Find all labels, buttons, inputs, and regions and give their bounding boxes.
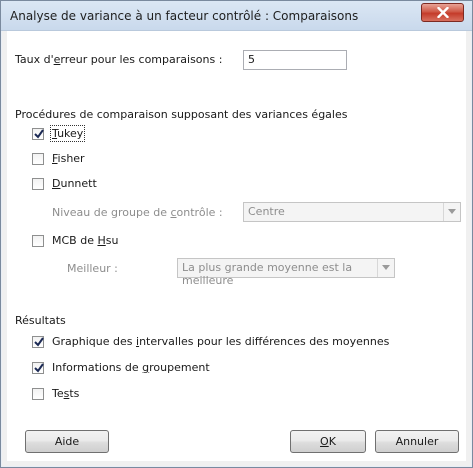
control-group-value: Centre — [248, 205, 285, 218]
results-heading: Résultats — [15, 314, 66, 327]
help-button[interactable]: Aide — [25, 430, 109, 453]
best-value: La plus grande moyenne est la meilleure — [182, 261, 353, 287]
close-icon — [437, 7, 449, 18]
dialog-window: Analyse de variance à un facteur contrôl… — [0, 0, 473, 468]
best-select[interactable]: La plus grande moyenne est la meilleure — [177, 258, 395, 287]
equal-variance-heading: Procédures de comparaison supposant des … — [15, 108, 348, 121]
error-rate-value: 5 — [248, 53, 255, 66]
window-title: Analyse de variance à un facteur contrôl… — [10, 9, 359, 23]
checkmark-icon — [34, 363, 44, 373]
fisher-checkbox[interactable] — [32, 153, 44, 165]
dunnett-label[interactable]: Dunnett — [52, 177, 97, 190]
tests-checkbox[interactable] — [32, 388, 44, 400]
hsu-checkbox[interactable] — [32, 235, 44, 247]
hsu-label[interactable]: MCB de Hsu — [52, 234, 118, 247]
intervals-graph-checkbox[interactable] — [32, 336, 44, 348]
title-bar[interactable]: Analyse de variance à un facteur contrôl… — [1, 1, 472, 31]
grouping-info-label[interactable]: Informations de groupement — [52, 361, 210, 374]
close-button[interactable] — [421, 3, 464, 22]
error-rate-input[interactable]: 5 — [243, 50, 347, 70]
dunnett-checkbox[interactable] — [32, 178, 44, 190]
checkmark-icon — [34, 337, 44, 347]
dialog-content: Taux d'erreur pour les comparaisons : 5 … — [7, 31, 466, 461]
cancel-button[interactable]: Annuler — [375, 430, 459, 453]
control-group-select[interactable]: Centre — [243, 202, 461, 222]
intervals-graph-label[interactable]: Graphique des intervalles pour les diffé… — [52, 335, 389, 348]
tests-label[interactable]: Tests — [52, 387, 79, 400]
tukey-label[interactable]: Tukey — [49, 125, 86, 142]
best-label: Meilleur : — [67, 262, 118, 275]
checkmark-icon — [34, 129, 44, 139]
ok-button[interactable]: OK — [290, 430, 366, 453]
grouping-info-checkbox[interactable] — [32, 362, 44, 374]
control-group-label: Niveau de groupe de contrôle : — [52, 206, 223, 219]
tukey-checkbox[interactable] — [32, 128, 44, 140]
error-rate-label: Taux d'erreur pour les comparaisons : — [15, 53, 223, 66]
dropdown-arrow — [443, 203, 460, 221]
chevron-down-icon — [448, 209, 456, 214]
dropdown-arrow — [377, 259, 394, 277]
chevron-down-icon — [382, 265, 390, 270]
fisher-label[interactable]: Fisher — [52, 152, 85, 165]
